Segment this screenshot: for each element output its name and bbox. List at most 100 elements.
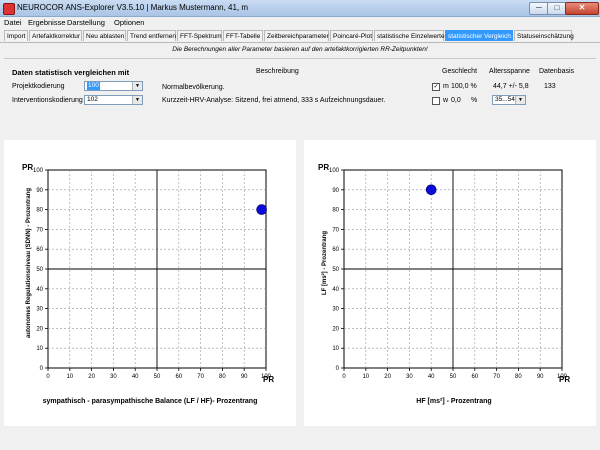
tick-label-y: 0 <box>336 366 340 372</box>
interventionskodierung-select[interactable]: 102 ▼ <box>84 95 143 105</box>
projektkodierung-value: 100 <box>87 82 100 90</box>
menu-ergebnisse[interactable]: Ergebnisse <box>28 18 66 27</box>
title-bar: NEUROCOR ANS-Explorer V3.5.10 | Markus M… <box>0 0 600 17</box>
chevron-down-icon: ▼ <box>132 96 142 104</box>
male-checkbox[interactable]: ✓ <box>432 83 440 91</box>
tick-label-y: 30 <box>332 307 339 313</box>
tick-label-y: 70 <box>36 227 43 233</box>
chart-y-label: LF [ms²] - Prozentrang <box>321 231 328 295</box>
minimize-button[interactable]: ─ <box>529 2 549 15</box>
chart-sdnn-vs-balance: 0 10 20 30 40 50 60 70 80 90 100 0 10 20 30 40 50 60 70 80 9… <box>22 163 274 405</box>
chevron-down-icon: ▼ <box>515 96 525 104</box>
interventionskodierung-label: Interventionskodierung <box>12 97 83 104</box>
tick-label-y: 40 <box>332 287 339 293</box>
chart-x-label: sympathisch - parasympathische Balance (… <box>43 398 258 405</box>
col-age: Altersspanne <box>489 68 530 75</box>
calculation-note: Die Berechnungen aller Parameter basiere… <box>172 46 428 53</box>
tick-label-x: 60 <box>471 374 478 380</box>
tick-label-y: 20 <box>36 326 43 332</box>
chevron-down-icon: ▼ <box>132 82 142 90</box>
chart-x-label: HF [ms²] - Prozentrang <box>416 398 491 405</box>
window-title: NEUROCOR ANS-Explorer V3.5.10 | Markus M… <box>17 3 249 12</box>
tick-label-x: 80 <box>219 374 226 380</box>
tab-import[interactable]: Import <box>4 30 28 41</box>
comparison-parameters: Daten statistisch vergleichen mit Beschr… <box>4 58 596 137</box>
intervention-description: Kurzzeit-HRV-Analyse: Sitzend, frei atme… <box>162 97 386 104</box>
male-value: 100,0 % <box>451 83 477 90</box>
tab-statistische-einzelwerte[interactable]: statistische Einzelwerte <box>374 30 445 41</box>
chart-card-sdnn-balance: 0 10 20 30 40 50 60 70 80 90 100 0 10 20 30 40 50 60 70 80 9… <box>4 140 296 426</box>
tick-label-y: 0 <box>40 366 44 372</box>
chart-lf-vs-hf: 0 10 20 30 40 50 60 70 80 90 100 0 10 20 30 40 50 60 70 80 9… <box>318 163 570 405</box>
close-button[interactable]: ✕ <box>565 2 599 15</box>
tick-label-y: 100 <box>329 168 340 174</box>
chart-y-unit: PR <box>318 163 329 172</box>
tab-statuseinschaetzung[interactable]: Statuseinschätzung <box>514 30 574 41</box>
tick-label-y: 80 <box>36 208 43 214</box>
tab-bar: Import Artefaktkorrektur Neu ablasten Tr… <box>0 30 600 42</box>
age-value: 44,7 +/- 5,8 <box>493 83 529 90</box>
tick-label-x: 20 <box>384 374 391 380</box>
projekt-description: Normalbevölkerung. <box>162 84 225 91</box>
age-range-value: 35...54 <box>495 96 515 103</box>
tick-label-x: 30 <box>110 374 117 380</box>
tick-label-x: 50 <box>154 374 161 380</box>
female-value: 0,0 <box>451 97 461 104</box>
maximize-button[interactable]: □ <box>547 2 567 15</box>
tick-label-y: 30 <box>36 307 43 313</box>
tick-label-x: 10 <box>362 374 369 380</box>
chart-card-lf-hf: 0 10 20 30 40 50 60 70 80 90 100 0 10 20 30 40 50 60 70 80 9… <box>304 140 596 426</box>
tick-label-y: 80 <box>332 208 339 214</box>
projektkodierung-label: Projektkodierung <box>12 83 65 90</box>
chart-x-unit: PR <box>263 375 274 384</box>
age-range-select[interactable]: 35...54 ▼ <box>492 95 526 105</box>
tab-poincare-plot[interactable]: Poincaré-Plot <box>330 30 373 41</box>
tick-label-x: 90 <box>537 374 544 380</box>
plot-area: 0 10 20 30 40 50 60 70 80 90 100 0 10 20 30 40 50 60 70 80 9… <box>33 168 272 380</box>
tick-label-y: 70 <box>332 227 339 233</box>
tick-label-x: 0 <box>46 374 50 380</box>
female-checkbox[interactable] <box>432 97 440 105</box>
menu-darstellung[interactable]: Darstellung <box>67 18 105 27</box>
tick-label-x: 70 <box>493 374 500 380</box>
tick-label-x: 60 <box>175 374 182 380</box>
tab-artefaktkorrektur[interactable]: Artefaktkorrektur <box>29 30 82 41</box>
tick-label-y: 90 <box>36 188 43 194</box>
tick-label-x: 40 <box>132 374 139 380</box>
tab-statistischer-vergleich[interactable]: statistischer Vergleich <box>445 30 513 41</box>
params-heading: Daten statistisch vergleichen mit <box>12 68 130 77</box>
tick-label-y: 10 <box>332 346 339 352</box>
tick-label-x: 30 <box>406 374 413 380</box>
tick-label-y: 60 <box>36 247 43 253</box>
menu-datei[interactable]: Datei <box>4 18 22 27</box>
female-unit: % <box>471 97 478 104</box>
tick-label-x: 80 <box>515 374 522 380</box>
tick-label-x: 20 <box>88 374 95 380</box>
col-description: Beschreibung <box>256 68 299 75</box>
tick-label-y: 60 <box>332 247 339 253</box>
col-database: Datenbasis <box>539 68 575 75</box>
tick-label-x: 10 <box>66 374 73 380</box>
tab-fft-tabelle[interactable]: FFT-Tabelle <box>223 30 263 41</box>
menu-optionen[interactable]: Optionen <box>114 18 144 27</box>
menu-bar: Datei Ergebnisse Darstellung Optionen <box>0 17 600 28</box>
tab-trend-entfernen[interactable]: Trend entfernen <box>127 30 176 41</box>
tick-label-x: 70 <box>197 374 204 380</box>
tick-label-x: 0 <box>342 374 346 380</box>
tab-neu-ablasten[interactable]: Neu ablasten <box>83 30 126 41</box>
tab-zeitbereichparameter[interactable]: Zeitbereichparameter <box>264 30 329 41</box>
interventionskodierung-value: 102 <box>87 96 98 103</box>
status-strip <box>0 427 600 450</box>
plot-area: 0 10 20 30 40 50 60 70 80 90 100 0 10 20 30 40 50 60 70 80 9… <box>329 168 568 380</box>
tab-panel-border <box>0 42 600 43</box>
col-gender: Geschlecht <box>442 68 478 75</box>
projektkodierung-select[interactable]: 100 ▼ <box>84 81 143 91</box>
data-point <box>425 184 437 196</box>
tick-label-x: 90 <box>241 374 248 380</box>
chart-y-unit: PR <box>22 163 33 172</box>
tick-label-y: 50 <box>36 267 43 273</box>
app-icon <box>3 3 15 15</box>
database-value: 133 <box>544 83 556 90</box>
male-label: m <box>443 83 449 90</box>
tab-fft-spektrum[interactable]: FFT-Spektrum <box>177 30 222 41</box>
